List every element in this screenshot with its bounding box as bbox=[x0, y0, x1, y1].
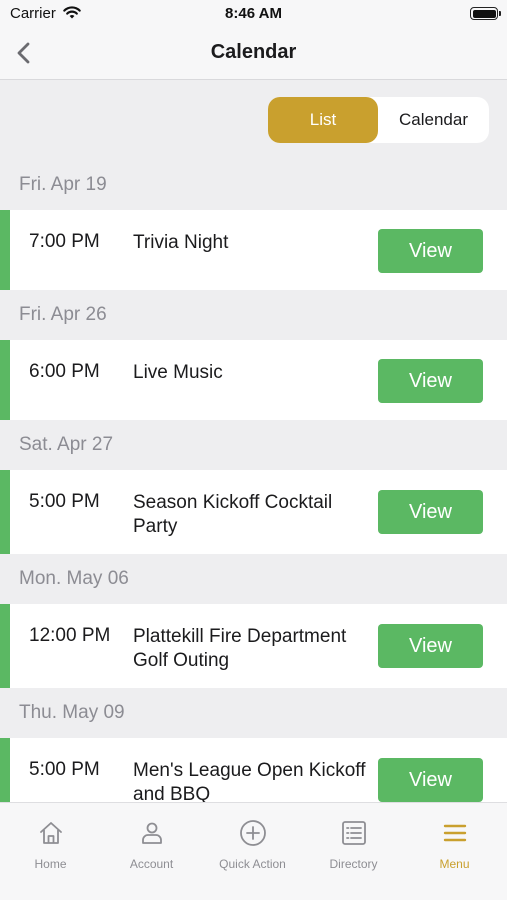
view-mode-segmented-control: List Calendar bbox=[268, 97, 489, 143]
event-time: 12:00 PM bbox=[29, 625, 111, 646]
segment-list-button[interactable]: List bbox=[268, 97, 378, 143]
view-event-button[interactable]: View bbox=[378, 359, 483, 403]
events-list[interactable]: Fri. Apr 19 7:00 PM Trivia Night View Fr… bbox=[0, 160, 507, 802]
view-event-button[interactable]: View bbox=[378, 229, 483, 273]
status-bar: Carrier 8:46 AM bbox=[0, 0, 507, 28]
person-icon bbox=[138, 819, 166, 847]
tab-menu[interactable]: Menu bbox=[404, 819, 505, 871]
event-time: 5:00 PM bbox=[29, 491, 100, 512]
tab-bar: Home Account Quick Action Directory Menu bbox=[0, 802, 507, 900]
segment-calendar-button[interactable]: Calendar bbox=[378, 97, 489, 143]
status-time: 8:46 AM bbox=[225, 5, 282, 22]
page-title: Calendar bbox=[210, 41, 297, 63]
back-chevron-icon[interactable] bbox=[10, 38, 40, 68]
tab-home[interactable]: Home bbox=[0, 819, 101, 871]
tab-account[interactable]: Account bbox=[101, 819, 202, 871]
day-header: Fri. Apr 26 bbox=[0, 290, 507, 340]
day-header: Sat. Apr 27 bbox=[0, 420, 507, 470]
menu-icon bbox=[441, 819, 469, 847]
plus-circle-icon bbox=[239, 819, 267, 847]
event-title: Trivia Night bbox=[133, 232, 229, 253]
nav-bar: Calendar bbox=[0, 28, 507, 80]
event-title: Season Kickoff Cocktail Party bbox=[133, 492, 333, 537]
event-time: 5:00 PM bbox=[29, 759, 100, 780]
view-event-button[interactable]: View bbox=[378, 490, 483, 534]
screen: Carrier 8:46 AM Calendar List Calendar F… bbox=[0, 0, 507, 900]
view-event-button[interactable]: View bbox=[378, 624, 483, 668]
list-icon bbox=[340, 819, 368, 847]
tab-label: Menu bbox=[439, 857, 470, 871]
event-title: Plattekill Fire Department Golf Outing bbox=[133, 626, 347, 671]
battery-icon bbox=[470, 7, 501, 20]
tab-label: Account bbox=[129, 857, 174, 871]
event-title: Live Music bbox=[133, 362, 223, 383]
day-header: Fri. Apr 19 bbox=[0, 160, 507, 210]
tab-quick-action[interactable]: Quick Action bbox=[202, 819, 303, 871]
event-title: Men's League Open Kickoff and BBQ bbox=[133, 760, 366, 802]
event-time: 7:00 PM bbox=[29, 231, 100, 252]
event-time: 6:00 PM bbox=[29, 361, 100, 382]
event-row: 5:00 PM Season Kickoff Cocktail Party Vi… bbox=[0, 470, 507, 554]
day-header: Mon. May 06 bbox=[0, 554, 507, 604]
view-event-button[interactable]: View bbox=[378, 758, 483, 802]
event-row: 5:00 PM Men's League Open Kickoff and BB… bbox=[0, 738, 507, 802]
tab-label: Quick Action bbox=[219, 857, 286, 871]
event-row: 7:00 PM Trivia Night View bbox=[0, 210, 507, 290]
home-icon bbox=[37, 819, 65, 847]
day-header: Thu. May 09 bbox=[0, 688, 507, 738]
tab-label: Home bbox=[34, 857, 67, 871]
event-row: 6:00 PM Live Music View bbox=[0, 340, 507, 420]
event-row: 12:00 PM Plattekill Fire Department Golf… bbox=[0, 604, 507, 688]
tab-directory[interactable]: Directory bbox=[303, 819, 404, 871]
tab-label: Directory bbox=[329, 857, 378, 871]
